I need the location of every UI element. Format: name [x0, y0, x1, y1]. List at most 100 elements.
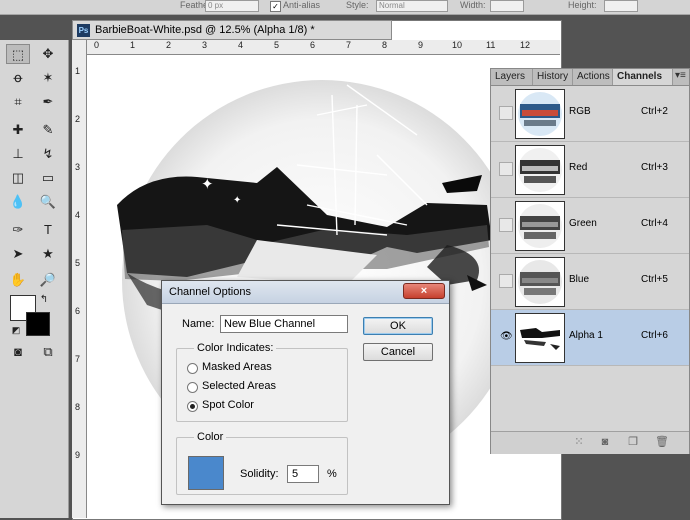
blur-tool-icon[interactable]: 💧: [6, 192, 30, 212]
tab-layers[interactable]: Layers: [491, 69, 533, 85]
channel-name-input[interactable]: New Blue Channel: [220, 315, 348, 333]
masked-areas-label[interactable]: Masked Areas: [202, 361, 272, 373]
visibility-toggle[interactable]: [499, 274, 513, 288]
radio-spot-color[interactable]: [187, 401, 198, 412]
tools-panel: ⬚ ✥ ꝋ ✶ ⌗ ✒ ✚ ✎ ⊥ ↯ ◫ ▭ 💧 🔍 ✑ T ➤ ★ ✋ 🔎 …: [0, 40, 69, 518]
channel-row-rgb[interactable]: RGB Ctrl+2: [491, 86, 689, 142]
healing-brush-tool-icon[interactable]: ✚: [6, 120, 30, 140]
ruler-tick: 1: [130, 40, 136, 50]
ruler-tick: 2: [75, 114, 81, 124]
eyedropper-tool-icon[interactable]: ✒: [36, 92, 60, 112]
default-colors-icon[interactable]: ◩: [4, 320, 28, 340]
spot-color-label[interactable]: Spot Color: [202, 399, 254, 411]
channel-name: Blue: [569, 274, 590, 285]
hand-tool-icon[interactable]: ✋: [6, 270, 30, 290]
channel-thumbnail: [515, 201, 565, 251]
channel-shortcut: Ctrl+4: [641, 218, 668, 229]
ruler-tick: 12: [520, 40, 531, 50]
channel-thumbnail: [515, 145, 565, 195]
height-input[interactable]: [604, 0, 638, 12]
path-selection-tool-icon[interactable]: ➤: [6, 244, 30, 264]
antialias-checkbox[interactable]: ✓: [270, 1, 281, 12]
vertical-ruler: 1 2 3 4 5 6 7 8 9: [72, 40, 87, 518]
radio-selected-areas[interactable]: [187, 382, 198, 393]
eye-icon[interactable]: 👁: [499, 330, 513, 344]
ruler-tick: 9: [75, 450, 81, 460]
options-bar: Feather: 0 px ✓ Anti-alias Style: Normal…: [0, 0, 690, 15]
alpha-thumbnail-image: [516, 314, 564, 362]
channel-thumbnail: [515, 257, 565, 307]
height-label: Height:: [568, 0, 597, 10]
document-title: BarbieBoat-White.psd @ 12.5% (Alpha 1/8)…: [95, 24, 315, 36]
ruler-tick: 6: [75, 306, 81, 316]
channel-name: Red: [569, 162, 588, 173]
name-label: Name:: [182, 318, 215, 330]
crop-tool-icon[interactable]: ⌗: [6, 92, 30, 112]
close-icon[interactable]: ×: [403, 283, 445, 299]
solidity-label: Solidity:: [240, 468, 279, 480]
swap-colors-icon[interactable]: ↰: [32, 290, 56, 310]
visibility-toggle[interactable]: [499, 106, 513, 120]
radio-masked-areas[interactable]: [187, 363, 198, 374]
brush-tool-icon[interactable]: ✎: [36, 120, 60, 140]
tab-channels[interactable]: Channels: [613, 69, 673, 85]
dialog-title-bar: Channel Options ×: [162, 281, 449, 304]
shape-tool-icon[interactable]: ★: [36, 244, 60, 264]
channel-options-dialog: Channel Options × Name: New Blue Channel…: [161, 280, 450, 505]
selected-areas-label[interactable]: Selected Areas: [202, 380, 276, 392]
ruler-tick: 3: [202, 40, 208, 50]
color-label: Color: [194, 431, 227, 443]
background-color-swatch[interactable]: [26, 312, 50, 336]
ruler-tick: 11: [486, 40, 496, 50]
lasso-tool-icon[interactable]: ꝋ: [6, 68, 30, 88]
channel-row-alpha-1[interactable]: 👁 Alpha 1 Ctrl+6: [491, 310, 689, 366]
history-brush-tool-icon[interactable]: ↯: [36, 144, 60, 164]
ok-button[interactable]: OK: [363, 317, 433, 335]
marquee-tool-icon[interactable]: ⬚: [6, 44, 30, 64]
antialias-label: Anti-alias: [283, 0, 321, 10]
dodge-tool-icon[interactable]: 🔍: [36, 192, 60, 212]
visibility-toggle[interactable]: [499, 162, 513, 176]
tab-actions[interactable]: Actions: [573, 69, 613, 85]
color-swatch[interactable]: [188, 456, 224, 490]
channel-row-green[interactable]: Green Ctrl+4: [491, 198, 689, 254]
document-tab[interactable]: Ps BarbieBoat-White.psd @ 12.5% (Alpha 1…: [72, 20, 392, 40]
cancel-button[interactable]: Cancel: [363, 343, 433, 361]
type-tool-icon[interactable]: T: [36, 220, 60, 240]
zoom-tool-icon[interactable]: 🔎: [36, 270, 60, 290]
load-channel-selection-icon[interactable]: ⁙: [573, 436, 585, 448]
ruler-tick: 4: [75, 210, 81, 220]
tab-history[interactable]: History: [533, 69, 573, 85]
channel-name: Alpha 1: [569, 330, 603, 341]
ruler-tick: 0: [94, 40, 100, 50]
channel-row-blue[interactable]: Blue Ctrl+5: [491, 254, 689, 310]
style-select[interactable]: Normal: [376, 0, 448, 12]
clone-stamp-tool-icon[interactable]: ⊥: [6, 144, 30, 164]
horizontal-ruler: 0 1 2 3 4 5 6 7 8 9 10 11 12: [86, 40, 560, 55]
new-channel-icon[interactable]: ❐: [627, 436, 639, 448]
channel-thumbnail: [515, 89, 565, 139]
quick-mask-icon[interactable]: ◙: [6, 342, 30, 362]
solidity-input[interactable]: 5: [287, 465, 319, 483]
move-tool-icon[interactable]: ✥: [36, 44, 60, 64]
pen-tool-icon[interactable]: ✑: [6, 220, 30, 240]
photoshop-file-icon: Ps: [77, 24, 90, 37]
eraser-tool-icon[interactable]: ◫: [6, 168, 30, 188]
feather-input[interactable]: 0 px: [205, 0, 259, 12]
ruler-tick: 8: [382, 40, 388, 50]
screen-mode-icon[interactable]: ⧉: [36, 342, 60, 362]
ruler-tick: 6: [310, 40, 316, 50]
panel-menu-icon[interactable]: ▾≡: [675, 70, 686, 81]
channel-name: Green: [569, 218, 597, 229]
visibility-toggle[interactable]: [499, 218, 513, 232]
magic-wand-tool-icon[interactable]: ✶: [36, 68, 60, 88]
ruler-tick: 8: [75, 402, 81, 412]
save-selection-channel-icon[interactable]: ◙: [599, 436, 611, 448]
width-input[interactable]: [490, 0, 524, 12]
ruler-tick: 1: [75, 66, 81, 76]
ruler-tick: 3: [75, 162, 81, 172]
channel-row-red[interactable]: Red Ctrl+3: [491, 142, 689, 198]
delete-channel-icon[interactable]: 🗑: [655, 436, 669, 448]
gradient-tool-icon[interactable]: ▭: [36, 168, 60, 188]
channel-shortcut: Ctrl+2: [641, 106, 668, 117]
